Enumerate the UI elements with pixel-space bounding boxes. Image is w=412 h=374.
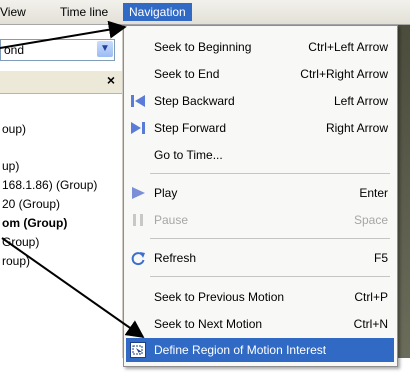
callout-arrow-define-region <box>1 237 145 339</box>
callout-arrows <box>0 20 145 339</box>
callout-arrow-navigation <box>0 20 127 49</box>
